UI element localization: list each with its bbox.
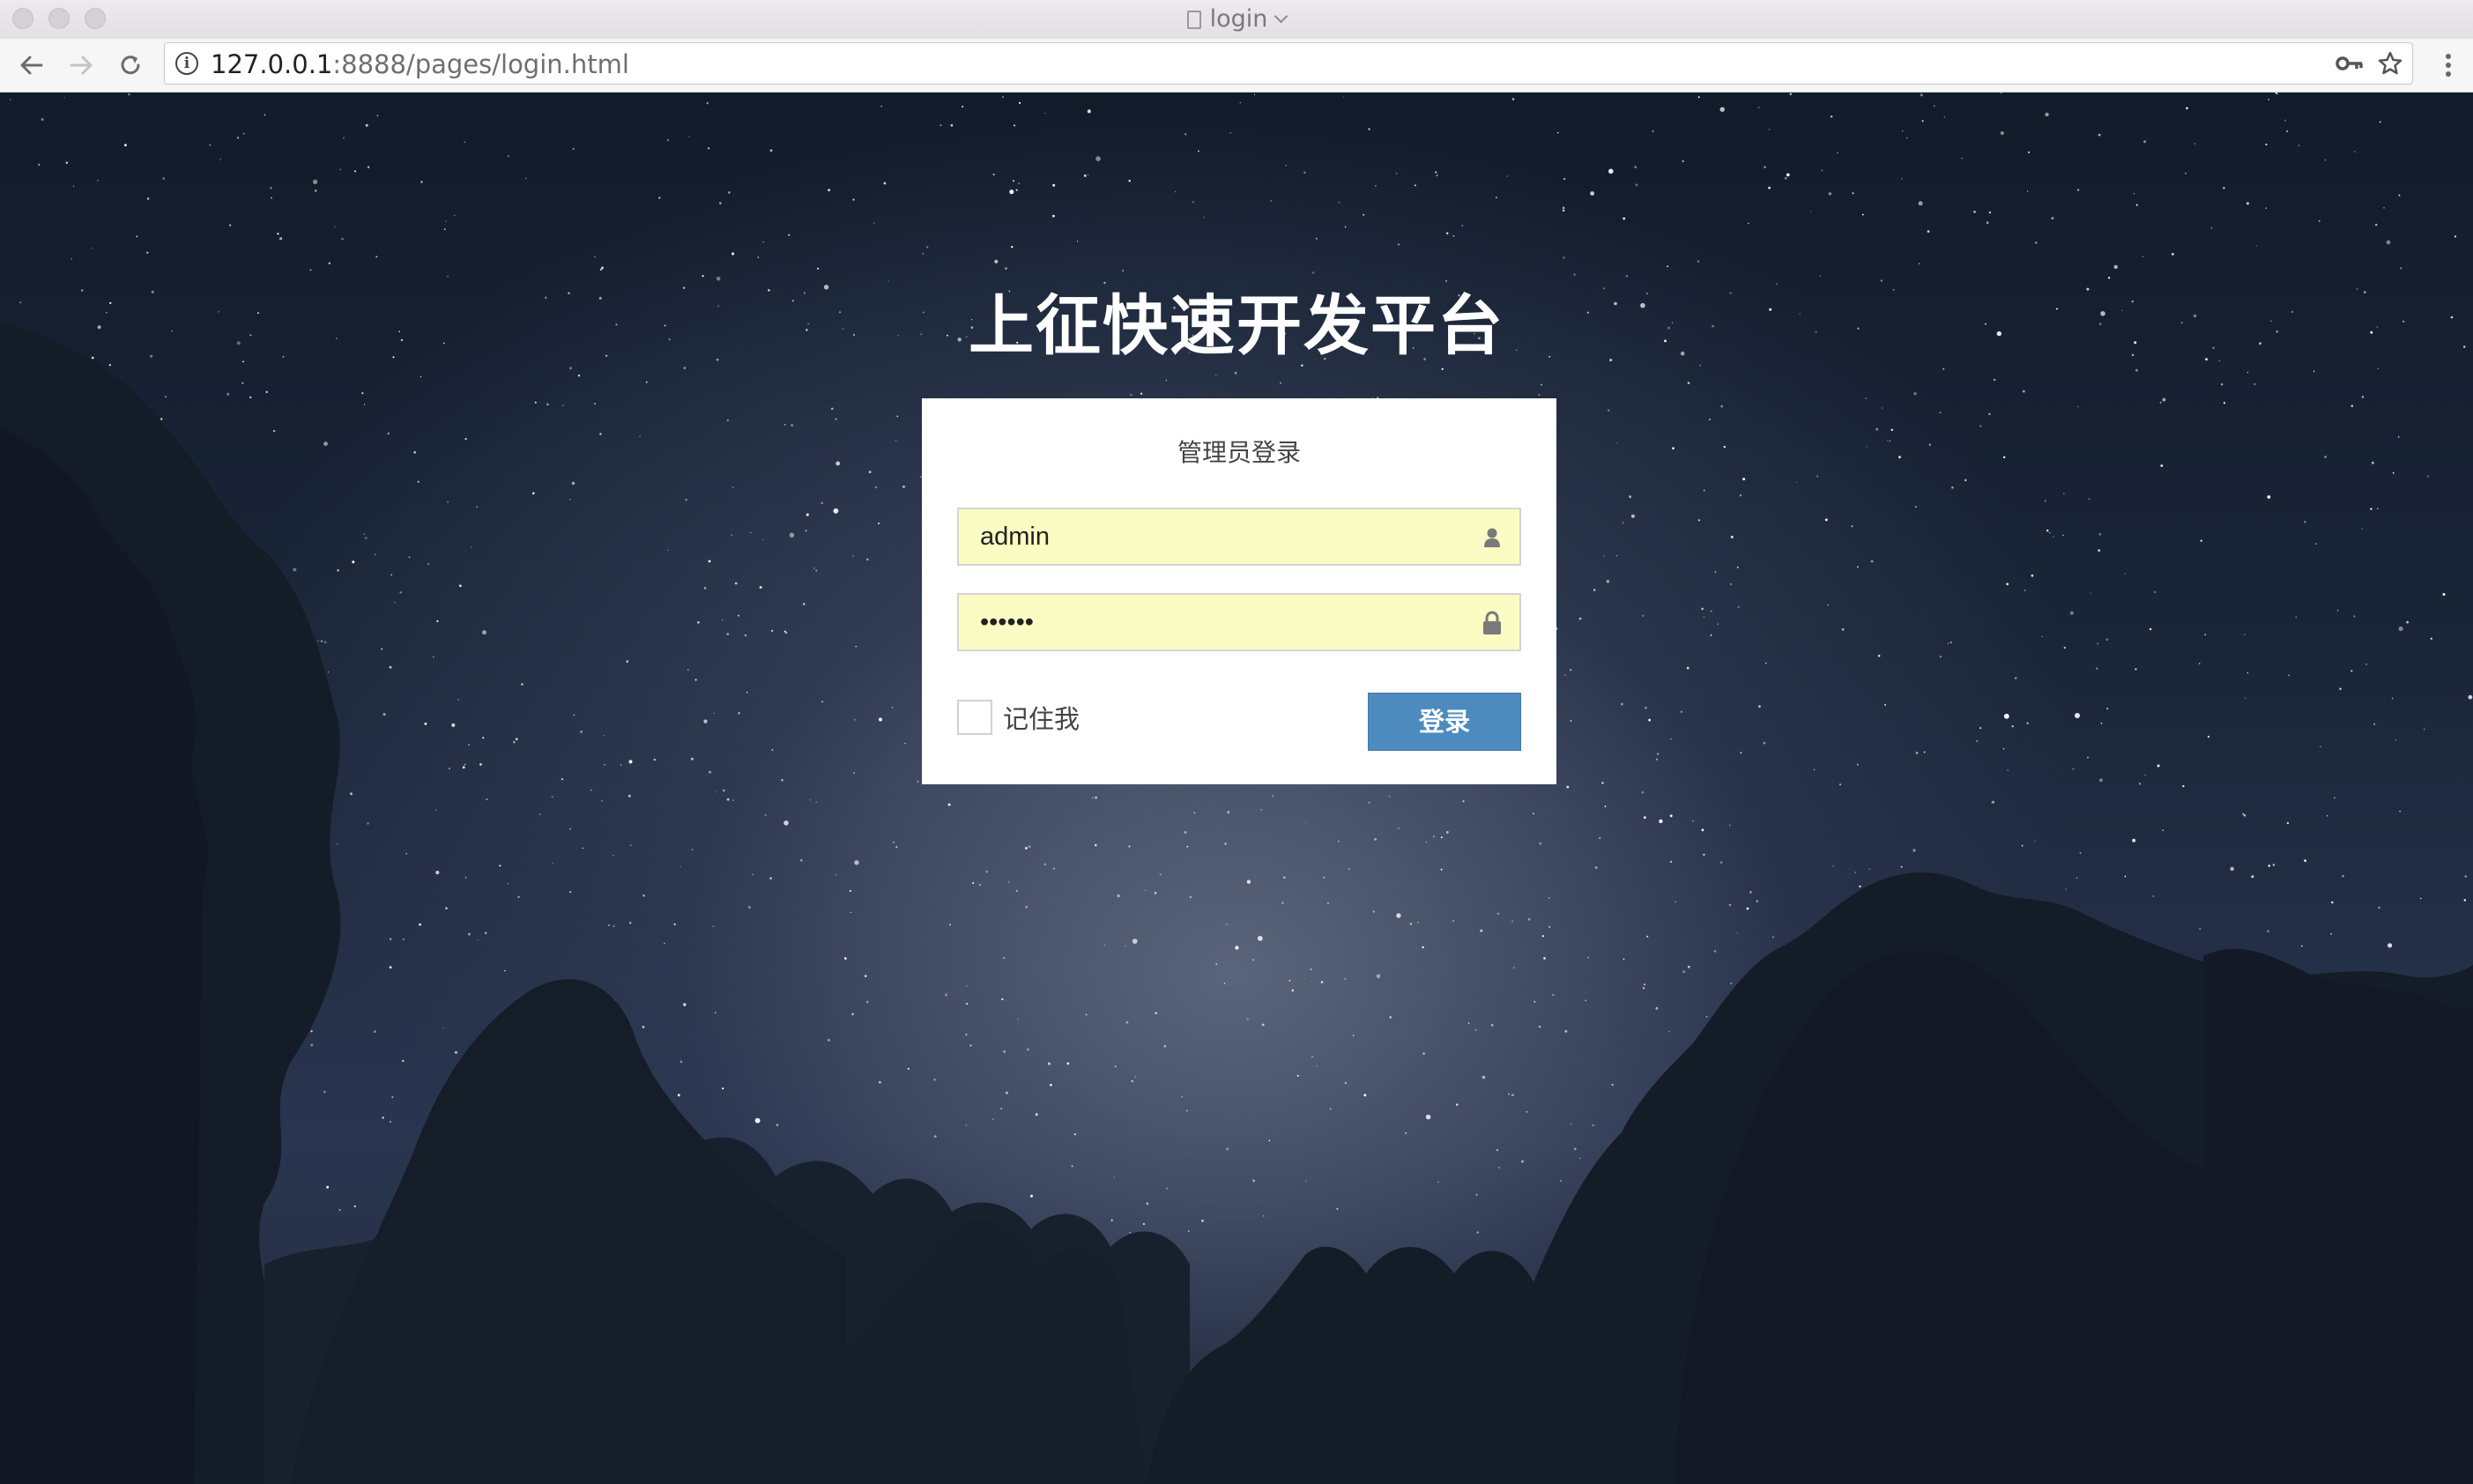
login-panel: 管理员登录 admin 记住我 登录	[922, 398, 1556, 784]
reload-icon	[121, 56, 140, 75]
remember-me[interactable]: 记住我	[957, 698, 1080, 737]
browser-toolbar: i 127.0.0.1:8888/pages/login.html	[0, 39, 2473, 93]
password-input[interactable]	[959, 595, 1474, 649]
page-title: 上征快速开发平台	[969, 288, 1504, 364]
star-icon	[2378, 51, 2402, 75]
page-viewport: 上征快速开发平台 管理员登录 admin 记住我 登录	[0, 93, 2473, 1484]
browser-window: login i 127.0.0.1:8888/pages/login.html	[0, 0, 2473, 1484]
user-icon	[1481, 525, 1504, 550]
window-title: login	[0, 5, 2473, 33]
password-field	[957, 593, 1521, 651]
username-input[interactable]	[959, 509, 1474, 564]
address-bar[interactable]: i 127.0.0.1:8888/pages/login.html	[164, 42, 2413, 85]
username-field	[957, 508, 1521, 566]
lock-icon	[1481, 611, 1504, 635]
arrow-right-icon	[70, 56, 93, 75]
bookmark-button[interactable]	[2375, 50, 2405, 77]
back-button[interactable]	[12, 46, 51, 85]
document-icon	[1186, 11, 1201, 29]
window-title-text: login	[1209, 5, 1268, 33]
reload-button[interactable]	[111, 46, 150, 85]
remember-me-label[interactable]: 记住我	[1003, 699, 1080, 736]
arrow-left-icon	[20, 56, 43, 75]
login-button[interactable]: 登录	[1368, 693, 1521, 751]
url-text[interactable]: 127.0.0.1:8888/pages/login.html	[211, 49, 629, 79]
key-icon	[2336, 56, 2363, 70]
forward-button[interactable]	[62, 46, 100, 85]
chevron-down-icon	[1274, 9, 1288, 24]
saved-password-button[interactable]	[2335, 50, 2365, 77]
remember-me-checkbox[interactable]	[957, 700, 992, 735]
browser-menu-button[interactable]	[2432, 46, 2464, 85]
title-bar: login	[0, 0, 2473, 40]
login-panel-title: 管理员登录	[1177, 438, 1301, 467]
info-icon[interactable]: i	[175, 52, 198, 75]
url-host: 127.0.0.1	[211, 49, 333, 79]
kebab-menu-icon	[2446, 54, 2451, 77]
url-path: :8888/pages/login.html	[332, 49, 629, 79]
